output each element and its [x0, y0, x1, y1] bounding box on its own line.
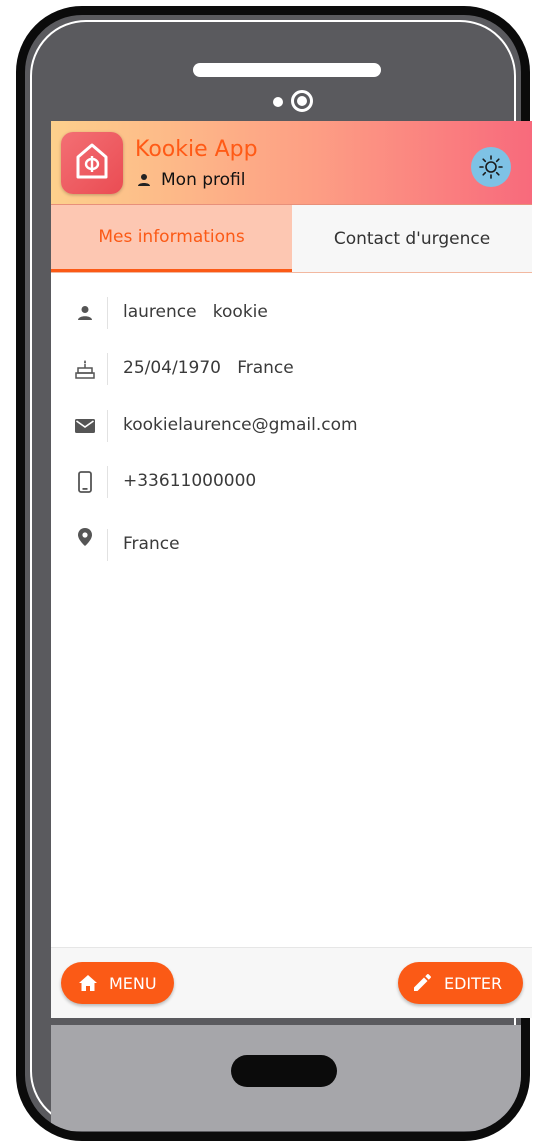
app-title: Kookie App — [135, 137, 258, 162]
phone-home-button[interactable] — [231, 1055, 337, 1087]
info-row-birth: 25/04/1970 France — [51, 349, 532, 389]
info-row-phone: +33611000000 — [51, 462, 532, 502]
tab-mes-informations[interactable]: Mes informations — [51, 205, 292, 272]
cake-icon — [73, 357, 97, 381]
info-divider — [107, 410, 108, 442]
sun-icon — [479, 155, 503, 179]
info-row-name: laurence kookie — [51, 293, 532, 333]
profile-breadcrumb: Mon profil — [137, 169, 246, 191]
info-divider — [107, 353, 108, 385]
person-icon — [138, 174, 150, 186]
edit-button-label: EDITER — [444, 973, 503, 993]
edit-button[interactable]: EDITER — [398, 962, 523, 1004]
phone-speaker — [193, 63, 381, 77]
app-logo-icon — [61, 132, 123, 194]
smartphone-icon — [73, 470, 97, 494]
profile-tabs: Mes informations Contact d'urgence — [51, 205, 532, 273]
info-divider — [107, 529, 108, 561]
app-screen: Kookie App Mon profil Mes informations C… — [51, 121, 532, 1018]
info-row-email: kookielaurence@gmail.com — [51, 406, 532, 446]
profile-phone: +33611000000 — [123, 471, 257, 491]
pencil-icon — [414, 974, 431, 991]
info-divider — [107, 297, 108, 329]
profile-address: France — [123, 534, 180, 554]
envelope-icon — [73, 414, 97, 438]
info-row-address: France — [51, 525, 532, 565]
phone-sensor — [273, 97, 283, 107]
app-header: Kookie App Mon profil — [51, 121, 532, 205]
front-camera — [291, 90, 313, 112]
tab-contact-urgence[interactable]: Contact d'urgence — [292, 205, 532, 272]
home-icon — [79, 975, 97, 991]
bottom-action-bar: MENU EDITER — [51, 947, 532, 1018]
profile-name: laurence kookie — [123, 302, 268, 322]
person-icon — [73, 301, 97, 325]
profile-email: kookielaurence@gmail.com — [123, 415, 358, 435]
menu-button-label: MENU — [109, 973, 157, 993]
menu-button[interactable]: MENU — [61, 962, 174, 1004]
map-pin-icon — [73, 525, 97, 549]
theme-toggle-button[interactable] — [471, 147, 511, 187]
page-subtitle: Mon profil — [161, 170, 246, 190]
profile-birth: 25/04/1970 France — [123, 358, 294, 378]
info-divider — [107, 466, 108, 498]
